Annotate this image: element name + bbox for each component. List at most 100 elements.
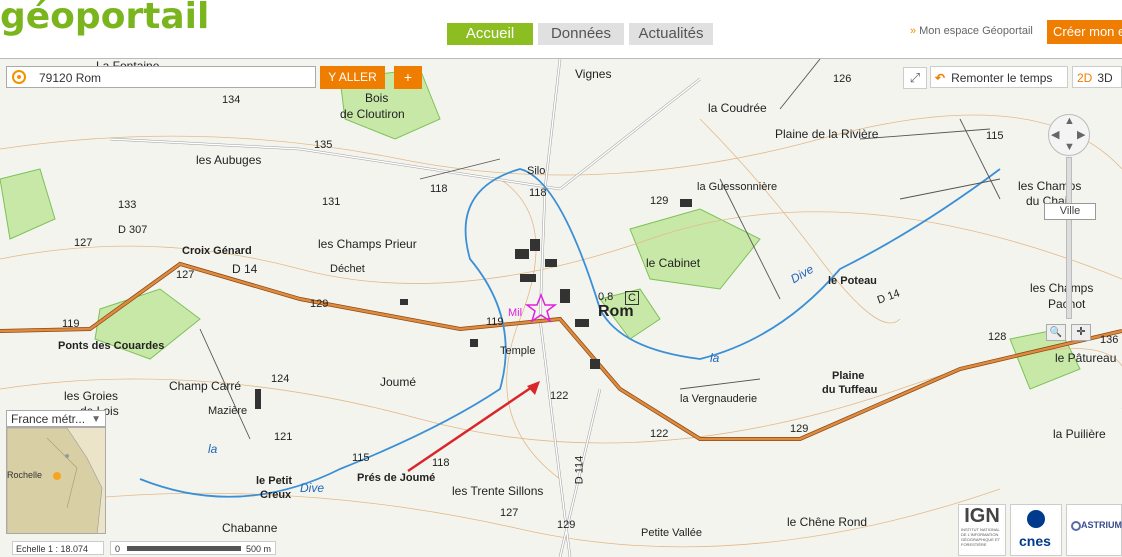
alt-122a: 122 — [550, 390, 569, 402]
ign-logo[interactable]: IGN INSTITUT NATIONAL DE L'INFORMATION G… — [958, 504, 1006, 556]
alt-129d: 129 — [557, 519, 576, 531]
map-label-le-cabinet: le Cabinet — [646, 256, 701, 270]
map-label-les-aubuges: les Aubuges — [196, 153, 262, 167]
mon-espace-link[interactable]: » Mon espace Géoportail — [910, 25, 1033, 37]
map-label-la-vergnauderie: la Vergnauderie — [680, 393, 758, 405]
map-label-le-poteau: le Poteau — [828, 275, 877, 287]
pan-control[interactable]: ▲ ▼ ◀ ▶ — [1048, 114, 1090, 156]
alt-124: 124 — [271, 373, 290, 385]
search-input[interactable] — [37, 69, 311, 87]
map-label-bois: Bois — [365, 91, 389, 105]
map-label-les-champs-2: les Champs — [1030, 281, 1094, 295]
scale-end: 500 m — [246, 544, 272, 554]
map-label-chabanne: Chabanne — [222, 521, 278, 535]
scale-ratio: Echelle 1 : 18.074 — [12, 541, 104, 555]
map-label-08: 0,8 — [598, 291, 614, 303]
search-bar — [6, 66, 316, 88]
zoom-level-label: Ville — [1044, 203, 1096, 220]
alt-115a: 115 — [352, 452, 370, 464]
map-label-dive-1: Dive — [300, 481, 325, 495]
map-label-croix-genard: Croix Génard — [182, 245, 252, 257]
alt-135: 135 — [314, 139, 333, 151]
chevron-down-icon: ▼ — [91, 414, 101, 425]
alt-133: 133 — [118, 199, 137, 211]
cnes-emblem — [1027, 510, 1045, 528]
header: géoportail Accueil Données Actualités » M… — [0, 0, 1122, 59]
overview-label-rochelle: Rochelle — [7, 470, 43, 480]
overview-map[interactable]: Rochelle — [6, 427, 106, 534]
map-label-silo: Silo — [527, 165, 546, 177]
tab-donnees[interactable]: Données — [538, 23, 624, 45]
map-label-les-champs-prieur: les Champs Prieur — [318, 237, 417, 251]
geoportail-logo[interactable]: géoportail — [0, 0, 209, 46]
map-label-maziere: Mazière — [208, 405, 248, 417]
map-label-les-groies: les Groies — [64, 389, 119, 403]
tab-accueil[interactable]: Accueil — [447, 23, 533, 45]
map-view[interactable]: La Fontaine Vignes Bois de Cloutiron la … — [0, 59, 1122, 557]
pan-left-icon[interactable]: ◀ — [1051, 128, 1059, 141]
alt-118b: 118 — [529, 187, 547, 199]
zoom-slider[interactable] — [1066, 157, 1072, 319]
astrium-name: ASTRIUM — [1081, 520, 1122, 530]
map-label-le-chene-rond: le Chêne Rond — [787, 515, 868, 529]
locate-icon[interactable] — [12, 70, 26, 84]
map-label-les-trente-sillons: les Trente Sillons — [452, 484, 544, 498]
chevron-right-icon: » — [910, 25, 917, 37]
remonter-le-temps-button[interactable]: ↶ Remonter le temps — [930, 66, 1068, 88]
map-label-de-cloutiron: de Cloutiron — [340, 107, 405, 121]
mon-espace-label: Mon espace Géoportail — [919, 25, 1033, 37]
map-label-petite-vallee: Petite Vallée — [641, 527, 702, 539]
alt-119b: 119 — [486, 316, 504, 328]
fullscreen-icon[interactable]: ⤢ — [903, 67, 927, 89]
map-label-joume: Joumé — [380, 375, 417, 389]
alt-134: 134 — [222, 94, 241, 106]
map-label-la-guessonniere: la Guessonnière — [697, 181, 778, 193]
more-options-button[interactable]: + — [394, 66, 422, 89]
map-label-la-1: la — [710, 351, 720, 365]
center-icon[interactable]: ✛ — [1071, 324, 1091, 341]
alt-131: 131 — [322, 196, 341, 208]
map-label-le-petit: le Petit — [256, 475, 293, 487]
map-label-creux: Creux — [260, 489, 292, 501]
ign-name: IGN — [964, 505, 1000, 527]
tab-actualites[interactable]: Actualités — [629, 23, 713, 45]
alt-129b: 129 — [310, 298, 329, 310]
astrium-emblem — [1071, 521, 1081, 531]
astrium-logo[interactable]: ASTRIUM — [1066, 504, 1122, 556]
pan-right-icon[interactable]: ▶ — [1077, 128, 1085, 141]
alt-129c: 129 — [790, 423, 809, 435]
map-label-champ-carre: Champ Carré — [169, 379, 242, 393]
alt-128: 128 — [988, 331, 1007, 343]
map-label-la-puiliere: la Puilière — [1053, 427, 1106, 441]
map-label-rom: Rom — [598, 303, 634, 320]
cnes-logo[interactable]: cnes — [1010, 504, 1062, 556]
alt-115b: 115 — [986, 130, 1004, 142]
cnes-name: cnes — [1019, 533, 1051, 549]
scale-bar-graphic — [127, 546, 241, 551]
map-label-c: C — [625, 291, 639, 305]
logo-text: géoportail — [0, 0, 210, 37]
alt-121: 121 — [274, 431, 293, 443]
alt-127c: 127 — [500, 507, 519, 519]
alt-118c: 118 — [432, 457, 450, 469]
mode-2d-button[interactable]: 2D — [1077, 71, 1092, 85]
map-label-dechet: Déchet — [330, 263, 365, 275]
map-label-la-2: la — [208, 442, 218, 456]
overview-map-shape — [7, 428, 103, 533]
pan-down-icon[interactable]: ▼ — [1064, 141, 1075, 153]
map-label-d307: D 307 — [118, 224, 148, 236]
pan-up-icon[interactable]: ▲ — [1064, 115, 1075, 127]
back-arrow-icon: ↶ — [935, 71, 946, 85]
map-label-pres-de-joume: Prés de Joumé — [357, 472, 436, 484]
region-select[interactable]: France métr... ▼ — [6, 410, 106, 427]
scale-start: 0 — [115, 544, 121, 554]
creer-compte-button[interactable]: Créer mon e — [1047, 20, 1122, 44]
y-aller-button[interactable]: Y ALLER — [320, 66, 385, 89]
zoom-search-icon[interactable]: 🔍 — [1046, 324, 1066, 341]
alt-119a: 119 — [62, 318, 80, 330]
map-label-d114: D 114 — [573, 455, 586, 485]
map-label-le-patureau: le Pâtureau — [1055, 351, 1117, 365]
mode-3d-button[interactable]: 3D — [1097, 71, 1112, 85]
remonter-label: Remonter le temps — [951, 71, 1053, 85]
alt-127b: 127 — [176, 269, 195, 281]
